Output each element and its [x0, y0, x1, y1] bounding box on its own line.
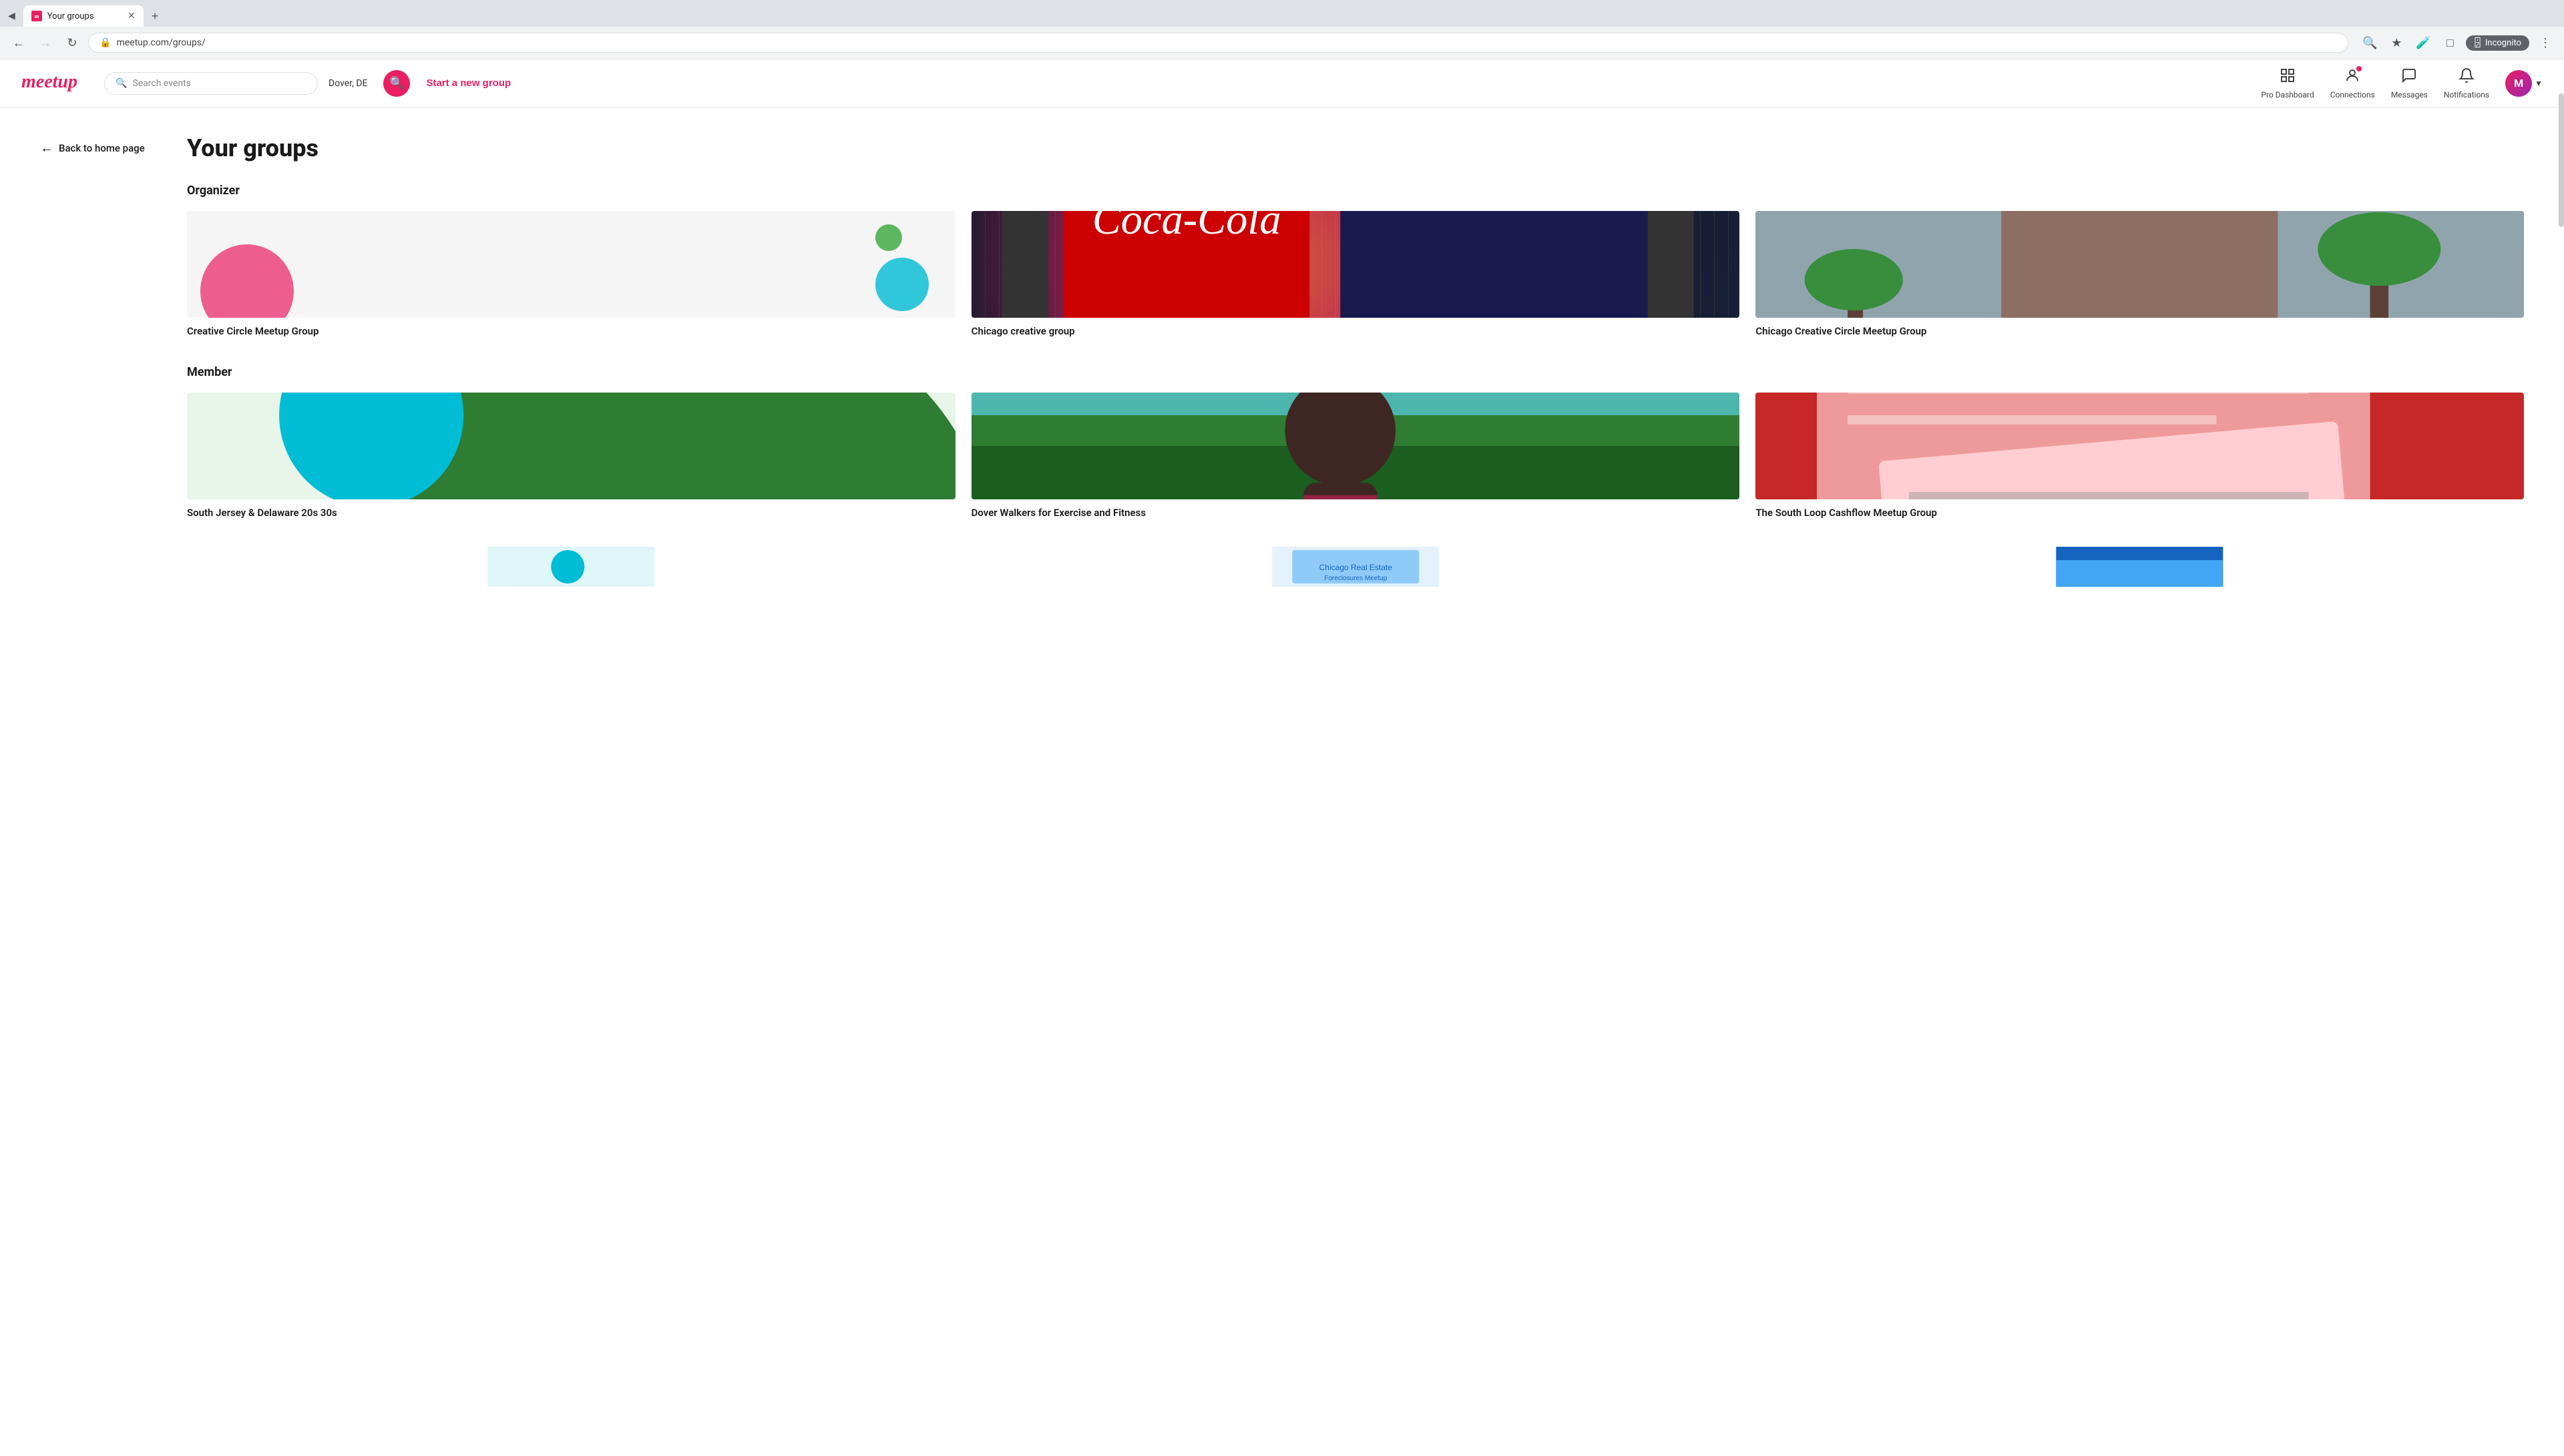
back-to-home-link[interactable]: ← Back to home page — [40, 140, 160, 156]
organizer-section: Organizer Creative Circle Meetup Group — [187, 184, 2524, 338]
scrollbar[interactable] — [2559, 93, 2564, 227]
search-btn-icon: 🔍 — [389, 76, 404, 90]
user-avatar: M — [2505, 70, 2532, 97]
group-card-south-jersey[interactable]: South Jersey & Delaware 20s 30s — [187, 393, 955, 520]
messages-icon — [2401, 67, 2417, 87]
svg-text:Foreclosures Meetup: Foreclosures Meetup — [1324, 575, 1387, 582]
active-tab[interactable]: m Your groups ✕ — [23, 5, 144, 27]
search-icon: 🔍 — [116, 78, 127, 89]
user-avatar-wrapper[interactable]: M ▼ — [2505, 70, 2543, 97]
partial-card-1[interactable] — [187, 547, 955, 587]
sidebar: ← Back to home page — [40, 134, 160, 1429]
group-card-dover-walkers[interactable]: Dover Walkers for Exercise and Fitness — [972, 393, 1740, 520]
back-link-label: Back to home page — [59, 142, 145, 154]
location-text: Dover, DE — [329, 78, 367, 89]
dover-image — [972, 393, 1740, 499]
group-card-south-loop[interactable]: The South Loop Cashflow Meetup Group — [1755, 393, 2524, 520]
browser-chrome: ◀ m Your groups ✕ + ← → ↻ 🔒 meetup.com/g… — [0, 0, 2564, 59]
member-section-title: Member — [187, 365, 2524, 379]
svg-text:Coca-Cola: Coca-Cola — [1092, 211, 1281, 243]
nav-item-messages[interactable]: Messages — [2391, 67, 2428, 99]
app-header: meetup 🔍 Search events Dover, DE 🔍 Start… — [0, 59, 2564, 107]
group-card-creative-circle[interactable]: Creative Circle Meetup Group — [187, 211, 955, 338]
avatar-letter: M — [2514, 77, 2523, 89]
svg-text:Chicago Real Estate: Chicago Real Estate — [1319, 563, 1392, 572]
connections-icon — [2344, 67, 2360, 87]
tab-close-button[interactable]: ✕ — [128, 11, 136, 21]
bottom-partial-cards: Chicago Real Estate Foreclosures Meetup — [187, 547, 2524, 587]
back-arrow-icon: ← — [40, 140, 53, 156]
page-title: Your groups — [187, 134, 2524, 162]
search-placeholder-text: Search events — [132, 78, 190, 89]
extensions-button[interactable]: 🧪 — [2412, 32, 2434, 53]
reload-button[interactable]: ↻ — [61, 32, 83, 53]
search-bar[interactable]: 🔍 Search events — [104, 72, 318, 95]
forward-button[interactable]: → — [35, 32, 56, 53]
browser-nav-bar: ← → ↻ 🔒 meetup.com/groups/ 🔍 ★ 🧪 □ 🁭 Inc… — [0, 27, 2564, 59]
partial-card-3[interactable] — [1755, 547, 2524, 587]
member-section: Member — [187, 365, 2524, 587]
more-button[interactable]: ⋮ — [2535, 32, 2556, 53]
member-groups-grid: South Jersey & Delaware 20s 30s — [187, 393, 2524, 520]
chicago-circle-image — [1755, 211, 2524, 318]
cc-teal-circle — [875, 258, 929, 311]
group-name-creative-circle: Creative Circle Meetup Group — [187, 324, 955, 338]
bookmark-button[interactable]: ★ — [2386, 32, 2407, 53]
incognito-label: Incognito — [2485, 38, 2521, 48]
tab-favicon: m — [31, 11, 42, 21]
avatar-chevron-icon: ▼ — [2535, 79, 2543, 88]
notifications-icon — [2459, 67, 2475, 87]
tab-title: Your groups — [47, 11, 122, 21]
tab-bar: ◀ m Your groups ✕ + — [0, 0, 2564, 27]
browser-action-buttons: 🔍 ★ 🧪 □ 🁭 Incognito ⋮ — [2359, 32, 2556, 53]
group-card-chicago-creative-circle[interactable]: Chicago Creative Circle Meetup Group — [1755, 211, 2524, 338]
organizer-section-title: Organizer — [187, 184, 2524, 198]
back-button[interactable]: ← — [8, 32, 29, 53]
connections-notification-dot — [2356, 66, 2362, 71]
incognito-badge: 🁭 Incognito — [2466, 35, 2529, 51]
group-name-chicago-creative: Chicago creative group — [972, 324, 1740, 338]
svg-text:meetup: meetup — [21, 71, 77, 92]
group-name-south-loop: The South Loop Cashflow Meetup Group — [1755, 506, 2524, 520]
new-tab-button[interactable]: + — [146, 7, 164, 26]
search-browser-button[interactable]: 🔍 — [2359, 32, 2380, 53]
notifications-label: Notifications — [2444, 90, 2489, 99]
search-button[interactable]: 🔍 — [383, 70, 410, 97]
url-display: meetup.com/groups/ — [116, 37, 205, 48]
groups-content: Your groups Organizer Creative Circle Me… — [187, 134, 2524, 1429]
group-name-dover-walkers: Dover Walkers for Exercise and Fitness — [972, 506, 1740, 520]
group-card-chicago-creative[interactable]: Coca-Cola CityWalk Chicago creative grou… — [972, 211, 1740, 338]
cc-pink-circle — [200, 244, 294, 318]
nav-item-pro-dashboard[interactable]: Pro Dashboard — [2261, 67, 2314, 99]
pro-dashboard-label: Pro Dashboard — [2261, 90, 2314, 99]
address-bar[interactable]: 🔒 meetup.com/groups/ — [88, 33, 2348, 53]
partial-card-2[interactable]: Chicago Real Estate Foreclosures Meetup — [972, 547, 1740, 587]
nav-items: Pro Dashboard Connections Messages — [2261, 67, 2543, 99]
profile-button[interactable]: □ — [2439, 32, 2461, 53]
chicago-creative-image: Coca-Cola CityWalk — [972, 211, 1740, 318]
pro-dashboard-icon — [2280, 67, 2296, 87]
cc-green-circle — [875, 224, 902, 251]
connections-label: Connections — [2330, 90, 2375, 99]
svg-text:m: m — [34, 13, 39, 19]
location-bar[interactable]: Dover, DE — [318, 78, 378, 89]
creative-circle-image — [187, 211, 955, 318]
messages-label: Messages — [2391, 90, 2428, 99]
nav-item-connections[interactable]: Connections — [2330, 67, 2375, 99]
group-name-chicago-creative-circle: Chicago Creative Circle Meetup Group — [1755, 324, 2524, 338]
group-name-south-jersey: South Jersey & Delaware 20s 30s — [187, 506, 955, 520]
main-content: ← Back to home page Your groups Organize… — [0, 107, 2564, 1456]
south-jersey-image — [187, 393, 955, 499]
start-new-group-button[interactable]: Start a new group — [415, 72, 521, 94]
organizer-groups-grid: Creative Circle Meetup Group Coca-Cola C… — [187, 211, 2524, 338]
cashflow-image — [1755, 393, 2524, 499]
nav-item-notifications[interactable]: Notifications — [2444, 67, 2489, 99]
meetup-logo[interactable]: meetup — [21, 69, 88, 97]
